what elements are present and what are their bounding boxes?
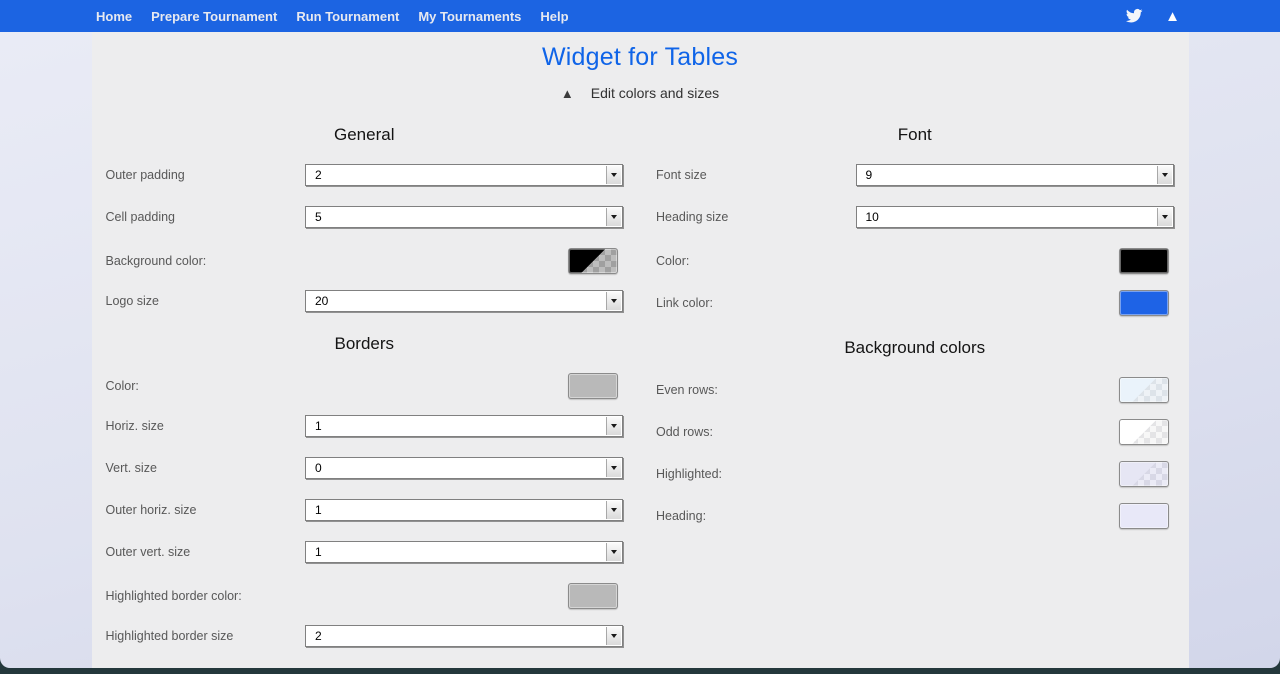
select-value: 0 <box>306 458 622 478</box>
select-value: 20 <box>306 291 622 311</box>
nav-item-home[interactable]: Home <box>96 9 132 24</box>
dropdown-arrow-icon <box>606 417 621 435</box>
setting-row-outer-vert-size: Outer vert. size 1 <box>106 541 624 563</box>
field-label: Background color: <box>106 254 569 268</box>
dropdown-arrow-icon <box>606 627 621 645</box>
dropdown-arrow-icon <box>1157 208 1172 226</box>
setting-row-font-size: Font size 9 <box>656 164 1174 186</box>
highlighted-border-color-swatch[interactable] <box>568 583 618 609</box>
field-label: Outer vert. size <box>106 545 306 559</box>
settings-columns: General Outer padding 2 Cell padding 5 <box>92 103 1189 667</box>
nav-item-prepare-tournament[interactable]: Prepare Tournament <box>151 9 277 24</box>
odd-rows-color-swatch[interactable] <box>1119 419 1169 445</box>
field-label: Even rows: <box>656 383 1119 397</box>
navbar-right-icons: ▲ <box>1123 7 1180 25</box>
setting-row-horiz-size: Horiz. size 1 <box>106 415 624 437</box>
even-rows-color-swatch[interactable] <box>1119 377 1169 403</box>
select-value: 2 <box>306 165 622 185</box>
dropdown-arrow-icon <box>606 208 621 226</box>
dropdown-arrow-icon <box>606 459 621 477</box>
horiz-size-select[interactable]: 1 <box>305 415 623 437</box>
page-title: Widget for Tables <box>92 43 1189 72</box>
select-value: 2 <box>306 626 622 646</box>
field-label: Horiz. size <box>106 419 306 433</box>
border-color-swatch[interactable] <box>568 373 618 399</box>
field-label: Outer padding <box>106 168 306 182</box>
dropdown-arrow-icon <box>1157 166 1172 184</box>
twitter-icon[interactable] <box>1123 7 1145 25</box>
outer-horiz-size-select[interactable]: 1 <box>305 499 623 521</box>
setting-row-highlighted-bg: Highlighted: <box>656 461 1174 487</box>
section-heading-general: General <box>106 125 624 145</box>
field-label: Logo size <box>106 294 306 308</box>
highlighted-bg-color-swatch[interactable] <box>1119 461 1169 487</box>
field-label: Color: <box>106 379 569 393</box>
logo-size-select[interactable]: 20 <box>305 290 623 312</box>
setting-row-highlighted-border-size: Highlighted border size 2 <box>106 625 624 647</box>
field-label: Font size <box>656 168 856 182</box>
setting-row-cell-padding: Cell padding 5 <box>106 206 624 228</box>
setting-row-outer-padding: Outer padding 2 <box>106 164 624 186</box>
dropdown-arrow-icon <box>606 543 621 561</box>
setting-row-logo-size: Logo size 20 <box>106 290 624 312</box>
font-color-swatch[interactable] <box>1119 248 1169 274</box>
heading-size-select[interactable]: 10 <box>856 206 1174 228</box>
setting-row-vert-size: Vert. size 0 <box>106 457 624 479</box>
setting-row-odd-rows: Odd rows: <box>656 419 1174 445</box>
dropdown-arrow-icon <box>606 501 621 519</box>
setting-row-link-color: Link color: <box>656 290 1174 316</box>
field-label: Highlighted border color: <box>106 589 569 603</box>
setting-row-heading-bg: Heading: <box>656 503 1174 529</box>
link-color-swatch[interactable] <box>1119 290 1169 316</box>
content-panel: Widget for Tables ▲ Edit colors and size… <box>92 32 1189 668</box>
field-label: Link color: <box>656 296 1119 310</box>
left-column: General Outer padding 2 Cell padding 5 <box>106 103 624 667</box>
nav-item-my-tournaments[interactable]: My Tournaments <box>418 9 521 24</box>
edit-toggle-label: Edit colors and sizes <box>591 85 719 101</box>
field-label: Color: <box>656 254 1119 268</box>
section-heading-font: Font <box>656 125 1174 145</box>
section-heading-background-colors: Background colors <box>656 338 1174 358</box>
browser-viewport: Home Prepare Tournament Run Tournament M… <box>0 0 1280 668</box>
setting-row-font-color: Color: <box>656 248 1174 274</box>
dropdown-arrow-icon <box>606 292 621 310</box>
cell-padding-select[interactable]: 5 <box>305 206 623 228</box>
field-label: Odd rows: <box>656 425 1119 439</box>
select-value: 9 <box>857 165 1173 185</box>
right-column: Font Font size 9 Heading size 10 <box>656 103 1174 667</box>
select-value: 1 <box>306 500 622 520</box>
heading-bg-color-swatch[interactable] <box>1119 503 1169 529</box>
highlighted-border-size-select[interactable]: 2 <box>305 625 623 647</box>
field-label: Heading: <box>656 509 1119 523</box>
setting-row-outer-horiz-size: Outer horiz. size 1 <box>106 499 624 521</box>
triangle-up-icon[interactable]: ▲ <box>1165 9 1180 24</box>
setting-row-highlighted-border-color: Highlighted border color: <box>106 583 624 609</box>
edit-toggle-triangle-icon: ▲ <box>561 87 574 100</box>
edit-colors-toggle[interactable]: ▲ Edit colors and sizes <box>92 85 1189 101</box>
setting-row-heading-size: Heading size 10 <box>656 206 1174 228</box>
nav-item-help[interactable]: Help <box>540 9 568 24</box>
setting-row-background-color: Background color: <box>106 248 624 274</box>
select-value: 1 <box>306 416 622 436</box>
background-color-swatch[interactable] <box>568 248 618 274</box>
dropdown-arrow-icon <box>606 166 621 184</box>
select-value: 10 <box>857 207 1173 227</box>
section-heading-borders: Borders <box>106 334 624 354</box>
field-label: Heading size <box>656 210 856 224</box>
field-label: Vert. size <box>106 461 306 475</box>
select-value: 1 <box>306 542 622 562</box>
setting-row-border-color: Color: <box>106 373 624 399</box>
field-label: Cell padding <box>106 210 306 224</box>
field-label: Highlighted border size <box>106 629 306 643</box>
top-navbar: Home Prepare Tournament Run Tournament M… <box>0 0 1280 32</box>
font-size-select[interactable]: 9 <box>856 164 1174 186</box>
outer-vert-size-select[interactable]: 1 <box>305 541 623 563</box>
select-value: 5 <box>306 207 622 227</box>
nav-item-run-tournament[interactable]: Run Tournament <box>296 9 399 24</box>
setting-row-even-rows: Even rows: <box>656 377 1174 403</box>
vert-size-select[interactable]: 0 <box>305 457 623 479</box>
field-label: Highlighted: <box>656 467 1119 481</box>
field-label: Outer horiz. size <box>106 503 306 517</box>
outer-padding-select[interactable]: 2 <box>305 164 623 186</box>
